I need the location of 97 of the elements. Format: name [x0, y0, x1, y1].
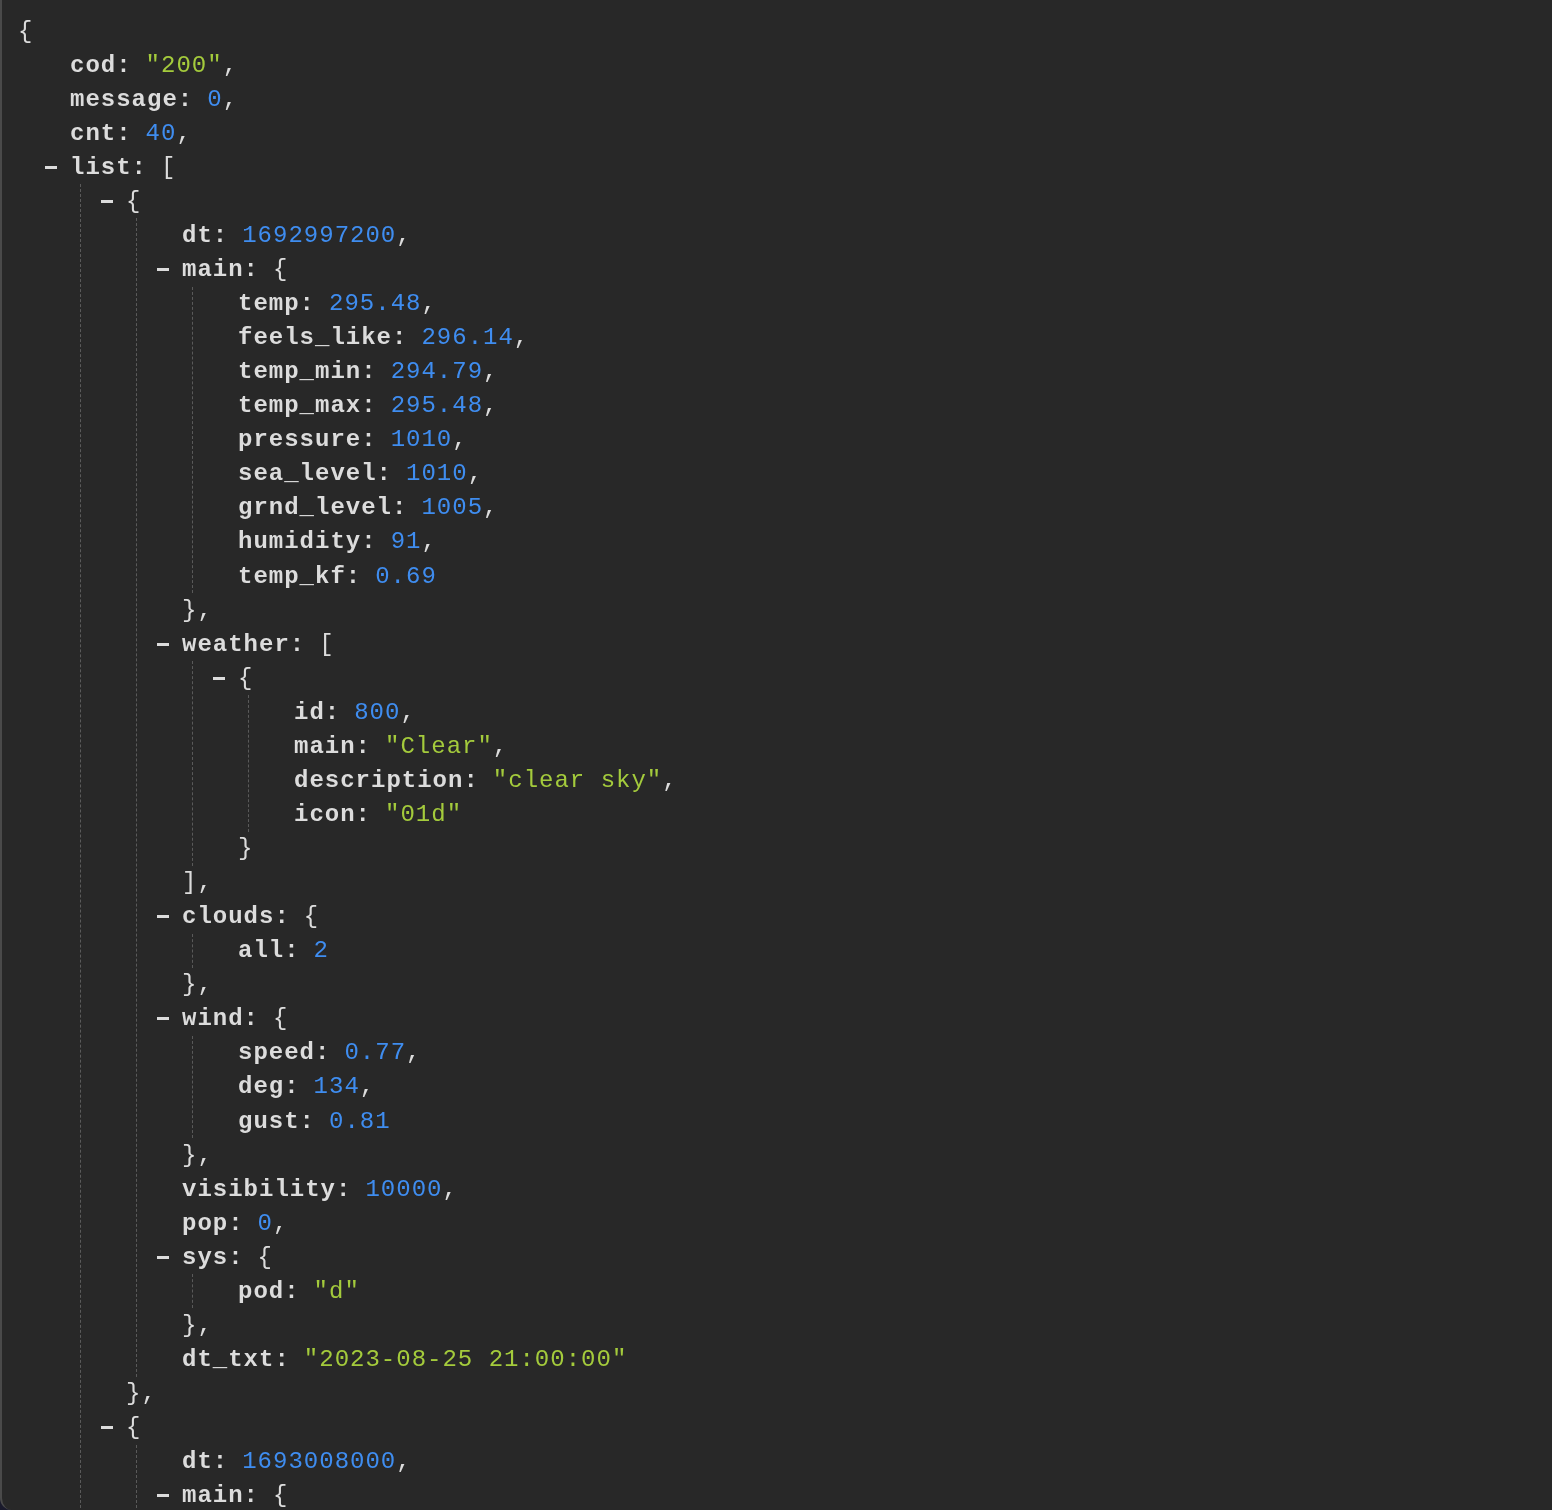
open-bracket: { — [18, 17, 34, 45]
json-key: dt_txt: — [182, 1345, 290, 1373]
json-key: list: — [70, 153, 147, 181]
comma: , — [406, 1039, 422, 1067]
json-key: sys: — [182, 1243, 244, 1271]
open-bracket: { — [126, 187, 142, 215]
comma: , — [467, 460, 484, 488]
json-key: temp_min: — [238, 358, 377, 386]
close-bracket: }, — [182, 596, 213, 624]
comma: , — [483, 392, 499, 420]
comma: , — [421, 290, 437, 318]
json-value: 1005 — [421, 494, 484, 522]
json-value: 1692997200 — [242, 221, 397, 249]
open-bracket: [ — [161, 153, 177, 181]
json-value: "Clear" — [385, 732, 493, 760]
json-key: all: — [238, 937, 300, 965]
json-key: pod: — [238, 1277, 300, 1305]
json-key: clouds: — [182, 903, 290, 931]
json-key: dt: — [182, 221, 229, 249]
json-value: 295.48 — [329, 290, 422, 318]
json-key: grnd_level: — [238, 494, 408, 522]
open-bracket: { — [126, 1414, 142, 1442]
comma: , — [421, 528, 437, 556]
json-key: main: — [294, 732, 371, 760]
open-bracket: [ — [319, 630, 335, 658]
json-key: temp_kf: — [238, 562, 362, 590]
json-value: "clear sky" — [492, 766, 663, 794]
json-key: feels_like: — [238, 324, 408, 352]
comma: , — [176, 119, 192, 147]
comma: , — [359, 1073, 376, 1101]
json-value: 294.79 — [390, 358, 484, 386]
open-bracket: { — [303, 903, 320, 931]
json-value: 0.81 — [329, 1107, 391, 1135]
open-bracket: { — [273, 1005, 289, 1033]
json-value: "01d" — [385, 800, 463, 828]
json-key: message: — [70, 85, 194, 113]
comma: , — [400, 698, 416, 726]
open-bracket: { — [257, 1243, 273, 1271]
json-key: pop: — [182, 1209, 244, 1237]
comma: , — [222, 85, 239, 113]
close-bracket: }, — [126, 1380, 157, 1408]
close-bracket: }, — [182, 1141, 213, 1169]
json-key: icon: — [294, 800, 371, 828]
json-value: 800 — [354, 698, 401, 726]
comma: , — [492, 732, 509, 760]
comma: , — [396, 221, 412, 249]
comma: , — [662, 766, 678, 794]
json-key: cnt: — [70, 119, 132, 147]
open-bracket: { — [273, 255, 289, 283]
comma: , — [483, 494, 499, 522]
close-bracket: } — [238, 835, 254, 863]
json-key: speed: — [238, 1039, 331, 1067]
json-key: weather: — [182, 630, 306, 658]
comma: , — [442, 1175, 458, 1203]
json-key: visibility: — [182, 1175, 352, 1203]
comma: , — [273, 1209, 289, 1237]
json-key: sea_level: — [238, 460, 393, 488]
json-key: dt: — [182, 1448, 229, 1476]
json-value: 0 — [207, 85, 223, 113]
json-value: 1010 — [406, 460, 468, 488]
open-bracket: { — [273, 1482, 289, 1510]
open-bracket: { — [238, 664, 254, 692]
json-value: 1010 — [390, 426, 453, 454]
json-key: wind: — [182, 1005, 259, 1033]
comma: , — [483, 358, 499, 386]
comma: , — [452, 426, 468, 454]
json-key: temp: — [238, 290, 315, 318]
json-key: main: — [182, 255, 259, 283]
comma: , — [513, 324, 530, 352]
comma: , — [222, 51, 239, 79]
json-value: 1693008000 — [242, 1448, 397, 1476]
json-value: "2023-08-25 21:00:00" — [303, 1345, 628, 1373]
json-key: deg: — [238, 1073, 300, 1101]
json-key: pressure: — [238, 426, 377, 454]
json-key: id: — [294, 698, 341, 726]
json-value: 40 — [145, 119, 177, 147]
json-key: main: — [182, 1482, 259, 1510]
json-key: cod: — [70, 51, 132, 79]
json-key: temp_max: — [238, 392, 377, 420]
json-value: 0.77 — [344, 1039, 407, 1067]
json-value: 296.14 — [421, 324, 514, 352]
comma: , — [396, 1448, 412, 1476]
json-value: 134 — [313, 1073, 360, 1101]
close-bracket: ], — [182, 869, 213, 897]
json-value: 295.48 — [390, 392, 484, 420]
json-key: gust: — [238, 1107, 315, 1135]
json-value: "d" — [313, 1277, 360, 1305]
json-value: 0 — [257, 1209, 273, 1237]
json-key: humidity: — [238, 528, 377, 556]
json-value: "200" — [145, 51, 223, 79]
close-bracket: }, — [182, 1311, 213, 1339]
json-value: 2 — [313, 937, 329, 965]
json-value: 10000 — [365, 1175, 443, 1203]
json-key: description: — [294, 766, 479, 794]
close-bracket: }, — [182, 971, 213, 999]
json-value: 0.69 — [375, 562, 437, 590]
json-value: 91 — [390, 528, 422, 556]
